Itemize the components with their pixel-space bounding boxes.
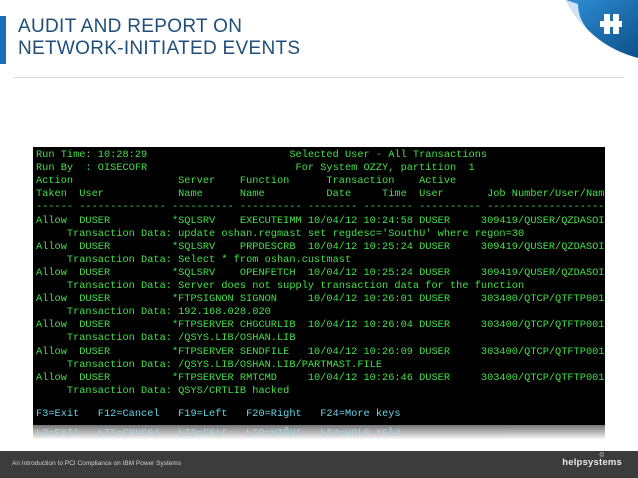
terminal-reflection: F3=Exit F12=Cancel F19=Left F20=Right F2…: [33, 425, 605, 439]
terminal-line: Action Server Function Transaction Activ…: [36, 175, 457, 188]
terminal-line: Transaction Data: Server does not supply…: [36, 280, 525, 292]
terminal-line: Allow DUSER *SQLSRV EXECUTEIMM 10/04/12 …: [36, 214, 605, 227]
terminal-line: Allow DUSER *SQLSRV PRPDESCRB 10/04/12 1…: [36, 240, 605, 253]
terminal-line: Transaction Data: QSYS/CRTLIB hacked: [36, 384, 290, 397]
terminal-line: Transaction Data: /QSYS.LIB/OSHAN.LIB/PA…: [36, 358, 383, 371]
terminal-line: Transaction Data: /QSYS.LIB/OSHAN.LIB: [36, 332, 296, 345]
reflection-text: F3=Exit F12=Cancel F19=Left F20=Right F2…: [36, 425, 401, 437]
terminal-line: Run By : OISECOFR For System OZZY, parti…: [36, 162, 475, 175]
terminal-line: Run Time: 10:28:29 Selected User - All T…: [36, 149, 488, 161]
terminal-line: Allow DUSER *SQLSRV OPENFETCH 10/04/12 1…: [36, 266, 605, 279]
terminal-line: Allow DUSER *FTPSERVER CHGCURLIB 10/04/1…: [36, 319, 605, 332]
terminal-line: Taken User Name Name Date Time User Job …: [36, 188, 605, 201]
terminal-line: Allow DUSER *FTPSERVER SENDFILE 10/04/12…: [36, 345, 605, 358]
slide-title: AUDIT AND REPORT ON NETWORK-INITIATED EV…: [18, 16, 300, 60]
terminal-screen: Run Time: 10:28:29 Selected User - All T…: [33, 147, 605, 425]
terminal-line: ------ -------------- ---------- -------…: [36, 201, 605, 214]
terminal-line: Transaction Data: update oshan.regmast s…: [36, 227, 525, 240]
terminal-line: Transaction Data: 192.168.028.020: [36, 306, 271, 319]
bookmark-logo-icon: [566, 0, 638, 58]
title-divider: [14, 77, 624, 78]
terminal-line: Transaction Data: Select * from oshan.cu…: [36, 253, 352, 266]
terminal-line: Allow DUSER *FTPSIGNON SIGNON 10/04/12 1…: [36, 293, 605, 306]
function-keys-line: F3=Exit F12=Cancel F19=Left F20=Right F2…: [36, 408, 401, 420]
helpsystems-logo: helpsystems: [562, 457, 622, 468]
terminal-line: Allow DUSER *FTPSERVER RMTCMD 10/04/12 1…: [36, 371, 605, 384]
title-accent-bar: [0, 16, 6, 64]
title-line-2: NETWORK-INITIATED EVENTS: [18, 38, 301, 59]
title-line-1: AUDIT AND REPORT ON: [18, 16, 243, 37]
footer-text: An Introduction to PCI Compliance on IBM…: [12, 460, 182, 467]
footer-bar: An Introduction to PCI Compliance on IBM…: [0, 451, 638, 478]
